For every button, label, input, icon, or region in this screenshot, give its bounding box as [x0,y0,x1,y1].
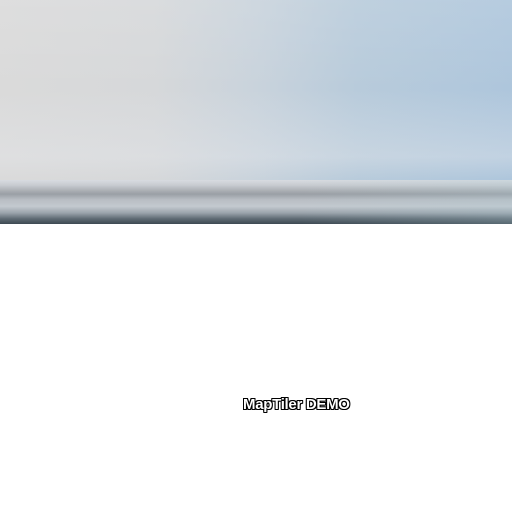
satellite-imagery [0,0,512,224]
map-tile[interactable]: MapTiler DEMO [0,0,512,512]
imagery-band-tint [300,180,512,224]
maptiler-demo-watermark: MapTiler DEMO [243,396,350,413]
